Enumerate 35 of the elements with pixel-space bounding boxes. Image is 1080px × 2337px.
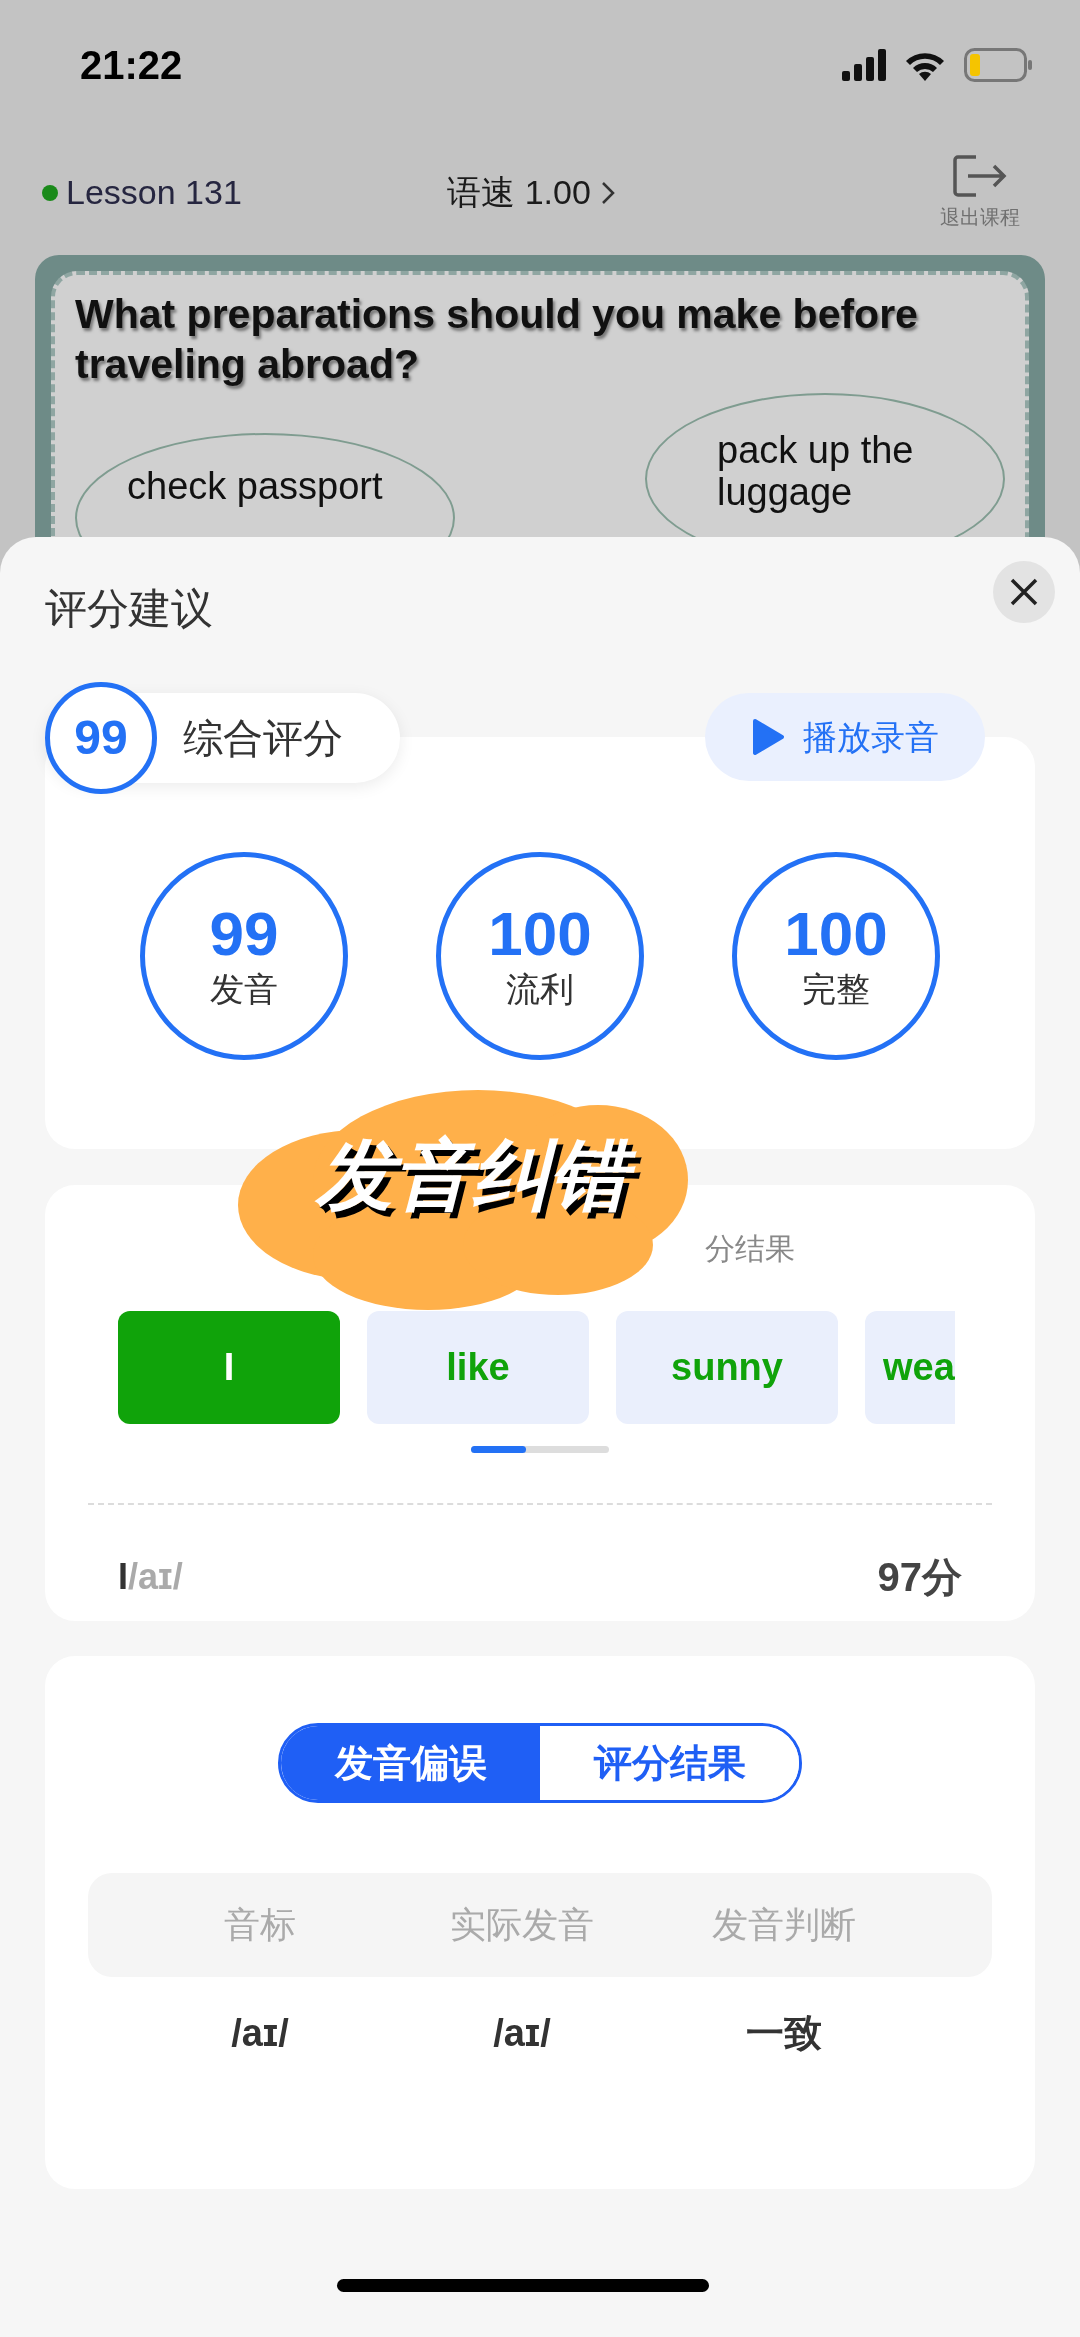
play-recording-button[interactable]: 播放录音	[705, 693, 985, 781]
hint-text: 分结果	[705, 1232, 795, 1265]
column-header: 发音判断	[712, 1903, 856, 1947]
table-cell-text: /aɪ/	[231, 2011, 289, 2056]
word-phonetic: I/aɪ/	[118, 1555, 183, 1599]
word-chip[interactable]: wea	[865, 1311, 955, 1424]
table-cell-text: /aɪ/	[493, 2011, 551, 2056]
word-score: 97分	[877, 1554, 962, 1601]
column-header: 实际发音	[450, 1903, 594, 1947]
score-value: 100	[784, 901, 888, 967]
close-icon	[1010, 578, 1038, 606]
exit-course-button[interactable]: 退出课程	[720, 153, 1020, 232]
speed-button[interactable]: 语速 1.00	[447, 167, 615, 218]
slide-question: What preparations should you make before traveling abroad?	[75, 290, 919, 389]
sticker-text: 发音纠错	[308, 1125, 652, 1235]
overall-score: 99	[45, 682, 157, 794]
column-header: 音标	[224, 1903, 296, 1947]
score-value: 99	[209, 901, 279, 967]
score-value: 100	[488, 901, 592, 967]
status-time: 21:22	[80, 42, 183, 89]
score-label: 完整	[802, 969, 870, 1010]
segment-tab[interactable]: 发音偏误	[281, 1726, 540, 1800]
score-label: 流利	[506, 969, 574, 1010]
overall-score-label: 综合评分	[183, 715, 343, 762]
word-chip[interactable]: like	[367, 1311, 589, 1424]
word-chip[interactable]: I	[118, 1311, 340, 1424]
battery-icon	[964, 48, 1032, 82]
chevron-right-icon	[600, 180, 615, 205]
score-label: 发音	[210, 969, 278, 1010]
signal-icon	[842, 49, 886, 81]
word-chip[interactable]: sunny	[616, 1311, 838, 1424]
exit-icon	[952, 153, 1008, 198]
lesson-title: Lesson 131	[66, 172, 242, 213]
play-icon	[751, 718, 785, 756]
table-cell-text: 一致	[746, 2011, 822, 2056]
